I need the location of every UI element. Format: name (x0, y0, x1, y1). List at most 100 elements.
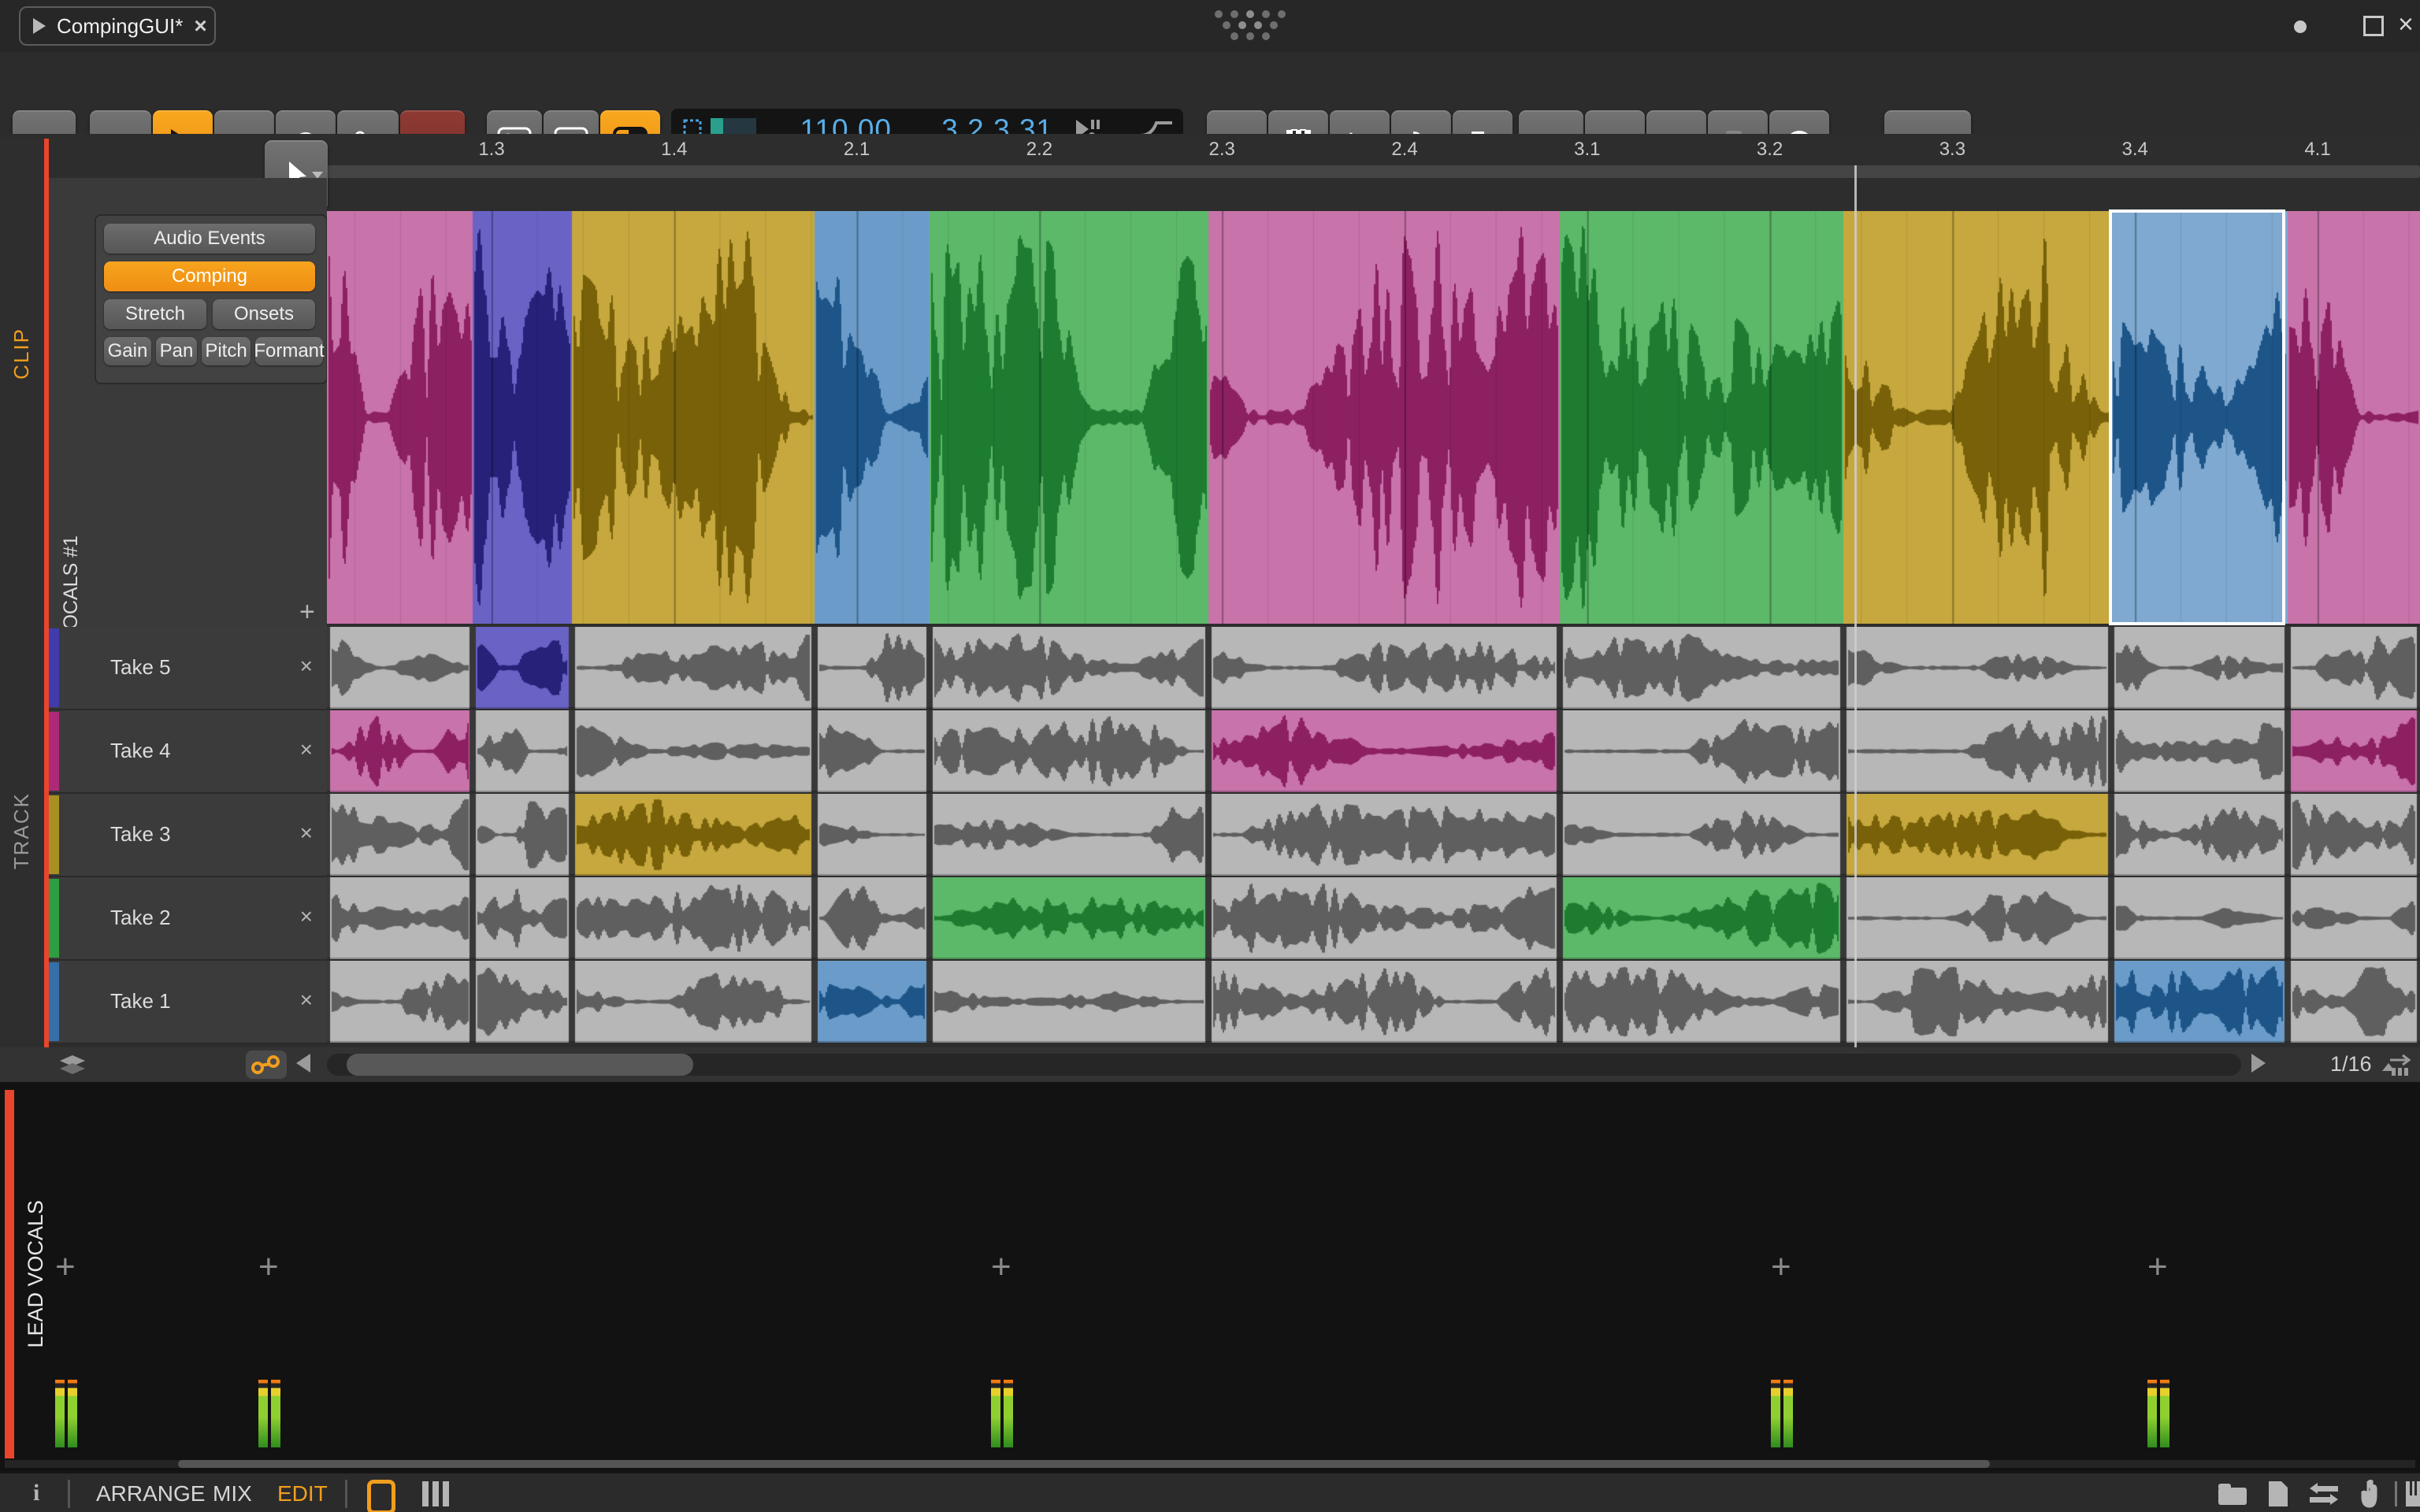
link-takes-button[interactable] (246, 1051, 287, 1079)
pan-button[interactable]: Pan (156, 337, 197, 365)
window-close-button[interactable]: × (2398, 9, 2414, 40)
info-icon[interactable]: i (33, 1480, 39, 1506)
single-panel-layout-button[interactable] (367, 1480, 395, 1512)
browser-folder-icon[interactable] (2217, 1481, 2248, 1506)
bitwig-window: CompingGUI* × × FILE PLAY w + w (0, 0, 2420, 1512)
gain-button[interactable]: Gain (104, 337, 151, 365)
inter-device-meter (1771, 1380, 1793, 1447)
timeline-ruler[interactable]: 1.3 1.4 2.1 2.2 2.3 2.4 3.1 3.2 3.3 3.4 4.1 (0, 139, 2420, 165)
formant-button[interactable]: Formant (254, 337, 325, 365)
inter-device-meter (2147, 1380, 2169, 1447)
inter-device-meter (55, 1380, 77, 1447)
take-lane-waveform[interactable] (327, 627, 2420, 709)
grid-zoom-value[interactable]: 1/16 (2330, 1052, 2396, 1077)
multi-panel-layout-button[interactable] (422, 1481, 449, 1506)
device-gap: + (2140, 1090, 2177, 1458)
window-minimize-button[interactable] (2294, 20, 2307, 33)
ruler-tick[interactable]: 2.3 (1190, 139, 1253, 161)
take-label[interactable]: Take 5 (110, 655, 171, 680)
ruler-tick[interactable]: 2.4 (1373, 139, 1436, 161)
file-inspector-icon[interactable] (2266, 1480, 2291, 1508)
stretch-button[interactable]: Stretch (104, 299, 206, 329)
ruler-tick[interactable]: 1.4 (643, 139, 706, 161)
device-panel: LEAD VOCALS +++++ DE-ESSER 4.49 kHz 4 10 (0, 1082, 2420, 1471)
take-lane-header[interactable]: Take 5 × (49, 627, 327, 710)
device-scrollbar-thumb[interactable] (178, 1460, 1990, 1468)
ruler-tick[interactable]: 3.4 (2103, 139, 2166, 161)
comping-clip-waveform[interactable] (327, 211, 2420, 624)
playhead[interactable] (1854, 165, 1857, 1047)
comping-button[interactable]: Comping (104, 261, 315, 291)
take-lane-waveform[interactable] (327, 877, 2420, 959)
take-lane-waveform[interactable] (327, 961, 2420, 1043)
project-tab[interactable]: CompingGUI* × (19, 6, 216, 46)
onsets-button[interactable]: Onsets (213, 299, 315, 329)
take-lane-waveform[interactable] (327, 794, 2420, 876)
ruler-tick[interactable]: 2.2 (1008, 139, 1071, 161)
take-lane-header[interactable]: Take 3 × (49, 794, 327, 877)
pitch-button[interactable]: Pitch (202, 337, 251, 365)
tab-mix[interactable]: MIX (213, 1481, 252, 1506)
edit-area: 1.3 1.4 2.1 2.2 2.3 2.4 3.1 3.2 3.3 3.4 4.1 CLIP T… (0, 134, 2420, 1082)
project-play-icon[interactable] (33, 18, 46, 34)
take-lane-header[interactable]: Take 1 × (49, 961, 327, 1044)
selected-segment-outline[interactable] (2109, 209, 2285, 625)
scroll-right-arrow[interactable] (2251, 1054, 2266, 1073)
take-remove-button[interactable]: × (300, 737, 313, 762)
take-label[interactable]: Take 3 (110, 822, 171, 847)
ruler-tick[interactable]: 2.1 (826, 139, 889, 161)
ruler-tick[interactable]: 3.1 (1556, 139, 1619, 161)
tab-clip[interactable]: CLIP (9, 328, 34, 380)
ruler-tick[interactable]: 1.3 (460, 139, 523, 161)
take-remove-button[interactable]: × (300, 904, 313, 929)
layers-icon[interactable] (57, 1054, 88, 1076)
device-scrollbar-track[interactable] (5, 1460, 2415, 1468)
device-gap: + (251, 1090, 288, 1458)
audio-events-button[interactable]: Audio Events (104, 224, 315, 254)
device-gap: + (1763, 1090, 1801, 1458)
add-take-button[interactable]: + (299, 597, 315, 628)
touch-mode-icon[interactable] (2357, 1478, 2384, 1510)
take-label[interactable]: Take 2 (110, 906, 171, 930)
window-restore-button[interactable] (2363, 16, 2384, 36)
take-label[interactable]: Take 4 (110, 739, 171, 763)
add-device-button[interactable]: + (2147, 1247, 2168, 1287)
piano-keyboard-icon[interactable] (2406, 1481, 2420, 1506)
device-gap: + (47, 1090, 85, 1458)
take-color-strip (49, 962, 59, 1041)
h-scrollbar-track[interactable] (327, 1054, 2241, 1076)
take-remove-button[interactable]: × (300, 988, 313, 1013)
take-lane-waveform[interactable] (327, 710, 2420, 792)
project-tab-title[interactable]: CompingGUI* (57, 14, 183, 39)
take-label[interactable]: Take 1 (110, 989, 171, 1014)
take-color-strip (49, 879, 59, 958)
follow-playhead-icon[interactable] (2387, 1052, 2415, 1077)
scroll-left-arrow[interactable] (296, 1054, 310, 1073)
add-device-button[interactable]: + (1771, 1247, 1791, 1287)
clip-header-panel: Audio Events Comping Stretch Onsets Gain… (49, 178, 328, 628)
tab-track[interactable]: TRACK (9, 792, 34, 869)
ruler-tick[interactable]: 4.1 (2286, 139, 2349, 161)
divider (68, 1480, 70, 1508)
take-remove-button[interactable]: × (300, 654, 313, 679)
toolbar: FILE PLAY w + w 110.00 4/4 3.2.3.31 0:05… (0, 52, 2420, 180)
ruler-tick[interactable]: 3.3 (1921, 139, 1984, 161)
tab-arrange[interactable]: ARRANGE (96, 1481, 205, 1506)
add-device-button[interactable]: + (258, 1247, 279, 1287)
take-color-strip (49, 712, 59, 791)
add-device-button[interactable]: + (55, 1247, 76, 1287)
take-lane-header[interactable]: Take 4 × (49, 710, 327, 794)
title-bar: CompingGUI* × × (0, 0, 2420, 52)
divider (345, 1480, 347, 1508)
device-track-name[interactable]: LEAD VOCALS (24, 1200, 48, 1348)
io-swap-icon[interactable] (2307, 1481, 2341, 1506)
h-scrollbar-thumb[interactable] (347, 1054, 693, 1076)
add-device-button[interactable]: + (991, 1247, 1011, 1287)
ruler-tick[interactable]: 3.2 (1739, 139, 1802, 161)
track-color-strip (5, 1090, 14, 1458)
project-close-icon[interactable]: × (194, 13, 206, 39)
take-lane-header[interactable]: Take 2 × (49, 877, 327, 961)
tab-edit[interactable]: EDIT (277, 1481, 328, 1506)
take-remove-button[interactable]: × (300, 821, 313, 846)
zoom-strip[interactable] (327, 165, 2420, 178)
